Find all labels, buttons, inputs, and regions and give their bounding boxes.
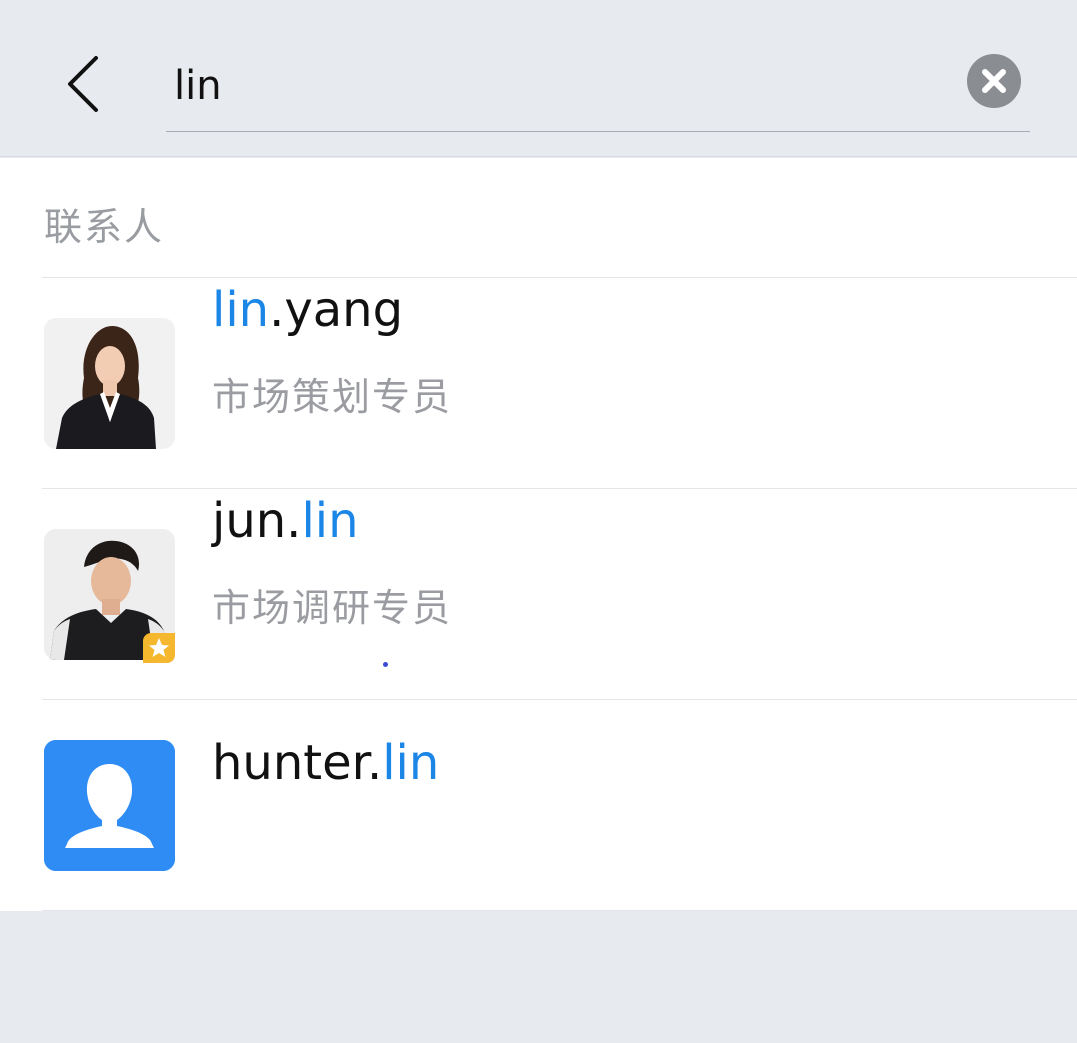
star-badge: [143, 633, 175, 663]
name-part: lin: [212, 282, 270, 338]
contact-title: 市场调研专员: [212, 586, 453, 630]
search-field: [166, 40, 1030, 132]
search-input[interactable]: [174, 58, 954, 114]
name-part: .yang: [269, 282, 404, 338]
contact-title: 市场策划专员: [212, 375, 453, 419]
name-part: lin: [382, 735, 440, 791]
search-header: [0, 0, 1077, 157]
avatar: [44, 740, 175, 871]
contact-name: lin.yang: [212, 282, 403, 338]
back-button[interactable]: [56, 50, 112, 118]
contact-row[interactable]: hunter.lin: [0, 700, 1077, 910]
name-part: hunter.: [212, 735, 383, 791]
section-header-contacts: 联系人: [44, 205, 165, 249]
contact-name: jun.lin: [212, 493, 359, 549]
name-part: jun.: [212, 493, 302, 549]
avatar: [44, 318, 175, 449]
star-icon: [149, 638, 169, 657]
avatar-photo-woman: [44, 318, 175, 449]
clear-button[interactable]: [967, 54, 1021, 108]
search-results: 联系人 lin.yang 市场策划专员 jun.lin 市场调研专员 hunte…: [0, 158, 1077, 911]
default-user-icon: [44, 740, 175, 871]
indicator-dot: [383, 662, 388, 667]
close-icon: [982, 69, 1006, 93]
contact-row[interactable]: jun.lin 市场调研专员: [0, 489, 1077, 699]
contact-row[interactable]: lin.yang 市场策划专员: [0, 278, 1077, 488]
name-part: lin: [301, 493, 359, 549]
chevron-left-icon: [68, 56, 98, 112]
contact-name: hunter.lin: [212, 735, 439, 791]
divider: [42, 910, 1077, 911]
